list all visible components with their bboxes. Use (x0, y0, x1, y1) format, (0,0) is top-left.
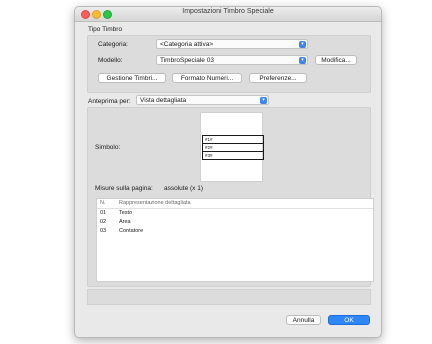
symbol-preview: #1# #2# #3# (200, 112, 264, 182)
gestione-timbri-button[interactable]: Gestione Timbri... (98, 73, 166, 83)
modello-select[interactable]: TimbroSpeciale 03 ▾ (156, 55, 308, 65)
list-item-number: 01 (100, 210, 107, 216)
chevron-updown-icon: ▾ (299, 57, 306, 64)
tipo-timbro-section-label: Tipo Timbro (88, 26, 123, 33)
representation-list: N. Rappresentazione dettagliata 01 Testo… (96, 198, 374, 282)
list-item-number: 03 (100, 228, 107, 234)
categoria-select[interactable]: <Categoria attiva> ▾ (156, 39, 308, 49)
window-title: Impostazioni Timbro Speciale (182, 8, 274, 15)
anteprima-value: Vista dettagliata (140, 97, 187, 104)
list-item-label: Area (119, 219, 131, 225)
list-item[interactable]: 03 Contatore (97, 227, 373, 236)
anteprima-select[interactable]: Vista dettagliata ▾ (136, 95, 269, 105)
list-item-label: Contatore (119, 228, 144, 234)
categoria-label: Categoria: (98, 41, 128, 48)
column-header-n: N. (100, 200, 106, 206)
modello-value: TimbroSpeciale 03 (160, 57, 214, 64)
symbol-row-1: #1# (203, 136, 263, 144)
misure-label: Misure sulla pagina: (95, 185, 153, 192)
categoria-value: <Categoria attiva> (160, 41, 214, 48)
symbol-table: #1# #2# #3# (202, 135, 264, 160)
column-header-rappresentazione: Rappresentazione dettagliata (119, 200, 191, 206)
misure-value: assolute (x 1) (164, 185, 204, 192)
ok-button[interactable]: OK (328, 315, 370, 325)
chevron-updown-icon: ▾ (260, 97, 267, 104)
symbol-row-2: #2# (203, 144, 263, 152)
preferenze-button[interactable]: Preferenze... (249, 73, 307, 83)
simbolo-label: Simbolo: (95, 144, 121, 151)
status-bar (87, 289, 371, 305)
chevron-updown-icon: ▾ (299, 41, 306, 48)
formato-numeri-button[interactable]: Formato Numeri... (172, 73, 242, 83)
list-item[interactable]: 01 Testo (97, 209, 373, 218)
annulla-button[interactable]: Annulla (286, 315, 321, 325)
list-item-number: 02 (100, 219, 107, 225)
list-header: N. Rappresentazione dettagliata (97, 199, 373, 209)
settings-dialog: Impostazioni Timbro Speciale Tipo Timbro… (74, 6, 382, 338)
symbol-row-3: #3# (205, 153, 213, 158)
anteprima-label: Anteprima per: (88, 98, 131, 105)
list-item[interactable]: 02 Area (97, 218, 373, 227)
list-item-label: Testo (119, 210, 133, 216)
modifica-button[interactable]: Modifica... (315, 55, 357, 65)
title-bar: Impostazioni Timbro Speciale (75, 7, 381, 22)
modello-label: Modello: (98, 57, 123, 64)
